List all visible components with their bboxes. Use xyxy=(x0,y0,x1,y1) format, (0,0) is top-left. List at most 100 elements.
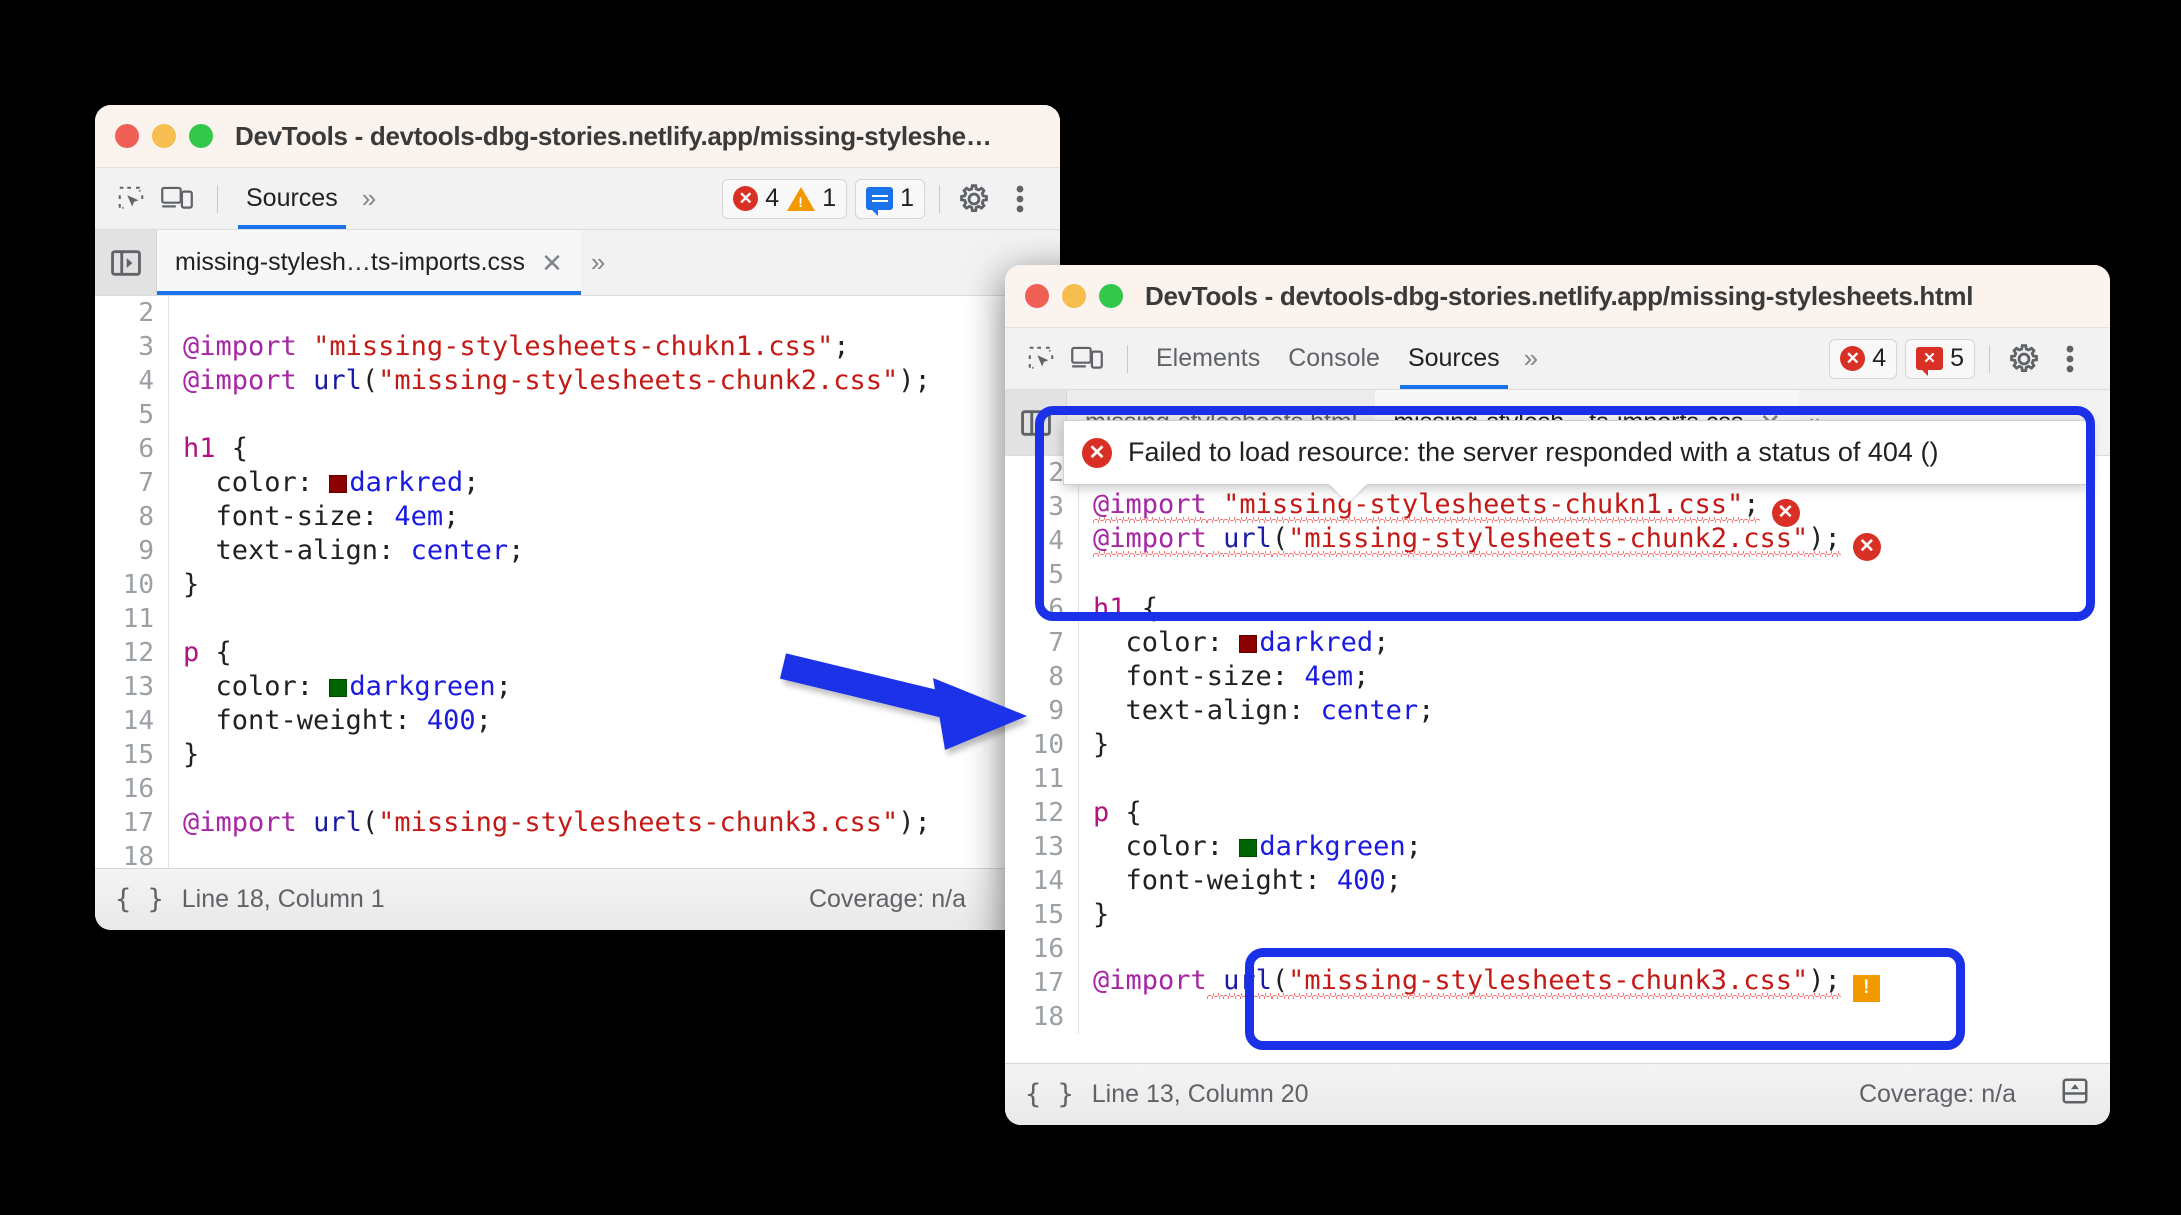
code-line[interactable]: 3 @import "missing-stylesheets-chukn1.css… xyxy=(95,330,1060,364)
tab-overflow-chevron-icon[interactable]: » xyxy=(581,230,612,295)
message-count[interactable]: ✕ 5 xyxy=(1916,344,1964,376)
close-window-button[interactable] xyxy=(1025,284,1049,308)
code-line-content[interactable]: text-align: center; xyxy=(169,534,525,568)
close-window-button[interactable] xyxy=(115,124,139,148)
window2-message-count[interactable]: ✕ 5 xyxy=(1905,338,1975,379)
code-line[interactable]: 8 font-size: 4em; xyxy=(1005,660,2110,694)
code-line[interactable]: 12 p { xyxy=(95,636,1060,670)
minimize-window-button[interactable] xyxy=(152,124,176,148)
code-line[interactable]: 9 text-align: center; xyxy=(95,534,1060,568)
code-line-content[interactable]: @import url("missing-stylesheets-chunk3.… xyxy=(1079,964,1880,1002)
more-panels-chevron-icon[interactable]: » xyxy=(352,183,383,214)
devtools-window-html-page[interactable]: DevTools - devtools-dbg-stories.netlify.… xyxy=(1005,265,2110,1125)
code-line-content[interactable]: } xyxy=(1079,728,1109,762)
window2-devtools-toolbar[interactable]: Elements Console Sources » ✕ 4 ✕ 5 xyxy=(1005,328,2110,390)
panel-tab-sources[interactable]: Sources xyxy=(1394,328,1514,389)
code-line[interactable]: 6 h1 { xyxy=(1005,592,2110,626)
code-line[interactable]: 13 color: darkgreen; xyxy=(95,670,1060,704)
code-line-content[interactable]: h1 { xyxy=(169,432,248,466)
window1-titlebar[interactable]: DevTools - devtools-dbg-stories.netlify.… xyxy=(95,105,1060,168)
code-line-content[interactable]: color: darkred; xyxy=(1079,626,1390,660)
kebab-menu-icon[interactable] xyxy=(1000,179,1040,219)
gear-icon[interactable] xyxy=(2004,339,2044,379)
zoom-window-button[interactable] xyxy=(189,124,213,148)
panel-tab-elements[interactable]: Elements xyxy=(1142,328,1274,389)
code-line-content[interactable]: h1 { xyxy=(1079,592,1158,626)
code-line[interactable]: 17 @import url("missing-stylesheets-chunk… xyxy=(1005,964,2110,1002)
code-line[interactable]: 11 xyxy=(1005,762,2110,796)
window1-code-editor[interactable]: 2 3 @import "missing-stylesheets-chukn1.cs… xyxy=(95,296,1060,868)
devtools-window-css-file[interactable]: DevTools - devtools-dbg-stories.netlify.… xyxy=(95,105,1060,930)
code-line[interactable]: 10} xyxy=(1005,728,2110,762)
code-line[interactable]: 6 h1 { xyxy=(95,432,1060,466)
code-line-content[interactable]: text-align: center; xyxy=(1079,694,1435,728)
device-toolbar-icon[interactable] xyxy=(1067,339,1107,379)
code-line[interactable]: 4 @import url("missing-stylesheets-chunk2… xyxy=(1005,522,2110,561)
window2-code-editor[interactable]: 2 3 @import "missing-stylesheets-chukn1.cs… xyxy=(1005,456,2110,1063)
code-line-content[interactable]: p { xyxy=(169,636,232,670)
window1-file-tabstrip[interactable]: missing-stylesh…ts-imports.css ✕ » xyxy=(95,230,1060,296)
color-swatch-darkred[interactable] xyxy=(1239,635,1258,653)
code-line[interactable]: 18 xyxy=(95,840,1060,868)
message-count[interactable]: 1 xyxy=(866,184,914,216)
code-line-content[interactable]: font-size: 4em; xyxy=(1079,660,1370,694)
code-line[interactable]: 7 color: darkred; xyxy=(95,466,1060,500)
zoom-window-button[interactable] xyxy=(1099,284,1123,308)
error-count[interactable]: ✕ 4 xyxy=(733,184,779,213)
file-tab-css-imports[interactable]: missing-stylesh…ts-imports.css ✕ xyxy=(157,230,581,295)
code-line[interactable]: 15} xyxy=(1005,898,2110,932)
device-toolbar-icon[interactable] xyxy=(157,179,197,219)
close-icon[interactable]: ✕ xyxy=(541,250,563,276)
code-line[interactable]: 14 font-weight: 400; xyxy=(1005,864,2110,898)
window1-message-count[interactable]: 1 xyxy=(855,178,925,219)
minimize-window-button[interactable] xyxy=(1062,284,1086,308)
pretty-print-icon[interactable]: { } xyxy=(115,884,164,915)
code-line[interactable]: 18 xyxy=(1005,1000,2110,1034)
code-line[interactable]: 12 p { xyxy=(1005,796,2110,830)
inspect-element-icon[interactable] xyxy=(1021,339,1061,379)
pretty-print-icon[interactable]: { } xyxy=(1025,1079,1074,1110)
code-line-content[interactable]: } xyxy=(1079,898,1109,932)
inspect-element-icon[interactable] xyxy=(111,179,151,219)
code-line-content[interactable]: } xyxy=(169,568,199,602)
code-line-content[interactable]: font-size: 4em; xyxy=(169,500,460,534)
inline-error-icon[interactable]: ✕ xyxy=(1852,532,1881,561)
color-swatch-darkred[interactable] xyxy=(329,475,348,493)
window1-devtools-toolbar[interactable]: Sources » ✕ 4 1 1 xyxy=(95,168,1060,230)
code-line-content[interactable]: @import "missing-stylesheets-chukn1.css"… xyxy=(169,330,850,364)
gear-icon[interactable] xyxy=(954,179,994,219)
code-line[interactable]: 3 @import "missing-stylesheets-chukn1.css… xyxy=(1005,488,2110,527)
window2-statusbar[interactable]: { } Line 13, Column 20 Coverage: n/a xyxy=(1005,1063,2110,1125)
color-swatch-darkgreen[interactable] xyxy=(329,679,348,697)
show-navigator-icon[interactable] xyxy=(95,230,157,295)
code-line[interactable]: 5 xyxy=(95,398,1060,432)
code-line[interactable]: 13 color: darkgreen; xyxy=(1005,830,2110,864)
code-line[interactable]: 11 xyxy=(95,602,1060,636)
panel-tab-sources[interactable]: Sources xyxy=(232,168,352,229)
code-line-content[interactable]: color: darkred; xyxy=(169,466,480,500)
dock-panel-icon[interactable] xyxy=(2060,1076,2090,1113)
code-line[interactable]: 5 xyxy=(1005,558,2110,592)
code-line[interactable]: 16 xyxy=(95,772,1060,806)
warning-count[interactable]: 1 xyxy=(787,184,836,213)
code-line-content[interactable]: @import url("missing-stylesheets-chunk2.… xyxy=(169,364,931,398)
window1-statusbar[interactable]: { } Line 18, Column 1 Coverage: n/a xyxy=(95,868,1060,930)
code-line-content[interactable]: @import url("missing-stylesheets-chunk3.… xyxy=(169,806,931,840)
code-line[interactable]: 8 font-size: 4em; xyxy=(95,500,1060,534)
code-line[interactable]: 4 @import url("missing-stylesheets-chunk2… xyxy=(95,364,1060,398)
error-count[interactable]: ✕ 4 xyxy=(1840,344,1886,373)
code-line[interactable]: 2 xyxy=(95,296,1060,330)
show-navigator-icon[interactable] xyxy=(1005,390,1067,455)
code-line-content[interactable]: p { xyxy=(1079,796,1142,830)
code-line[interactable]: 16 xyxy=(1005,932,2110,966)
code-line-content[interactable]: } xyxy=(169,738,199,772)
code-line-content[interactable]: font-weight: 400; xyxy=(169,704,492,738)
code-line[interactable]: 10} xyxy=(95,568,1060,602)
inline-warning-icon[interactable]: ! xyxy=(1852,974,1880,1002)
code-line-content[interactable]: color: darkgreen; xyxy=(1079,830,1422,864)
more-panels-chevron-icon[interactable]: » xyxy=(1514,343,1545,374)
code-line[interactable]: 15} xyxy=(95,738,1060,772)
window2-titlebar[interactable]: DevTools - devtools-dbg-stories.netlify.… xyxy=(1005,265,2110,328)
code-line[interactable]: 14 font-weight: 400; xyxy=(95,704,1060,738)
window1-issue-counts[interactable]: ✕ 4 1 xyxy=(722,178,848,219)
